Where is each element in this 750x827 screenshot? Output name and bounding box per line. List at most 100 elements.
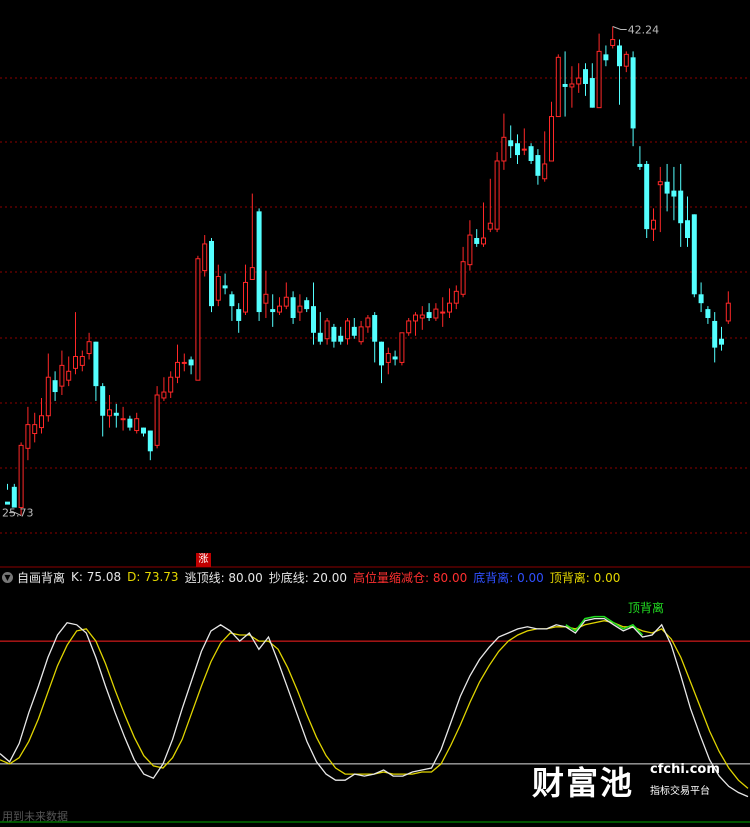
candle-body [508,140,514,147]
candle-body [175,361,180,378]
candle-body [25,424,31,449]
candle-body [195,258,201,381]
candle-body [651,219,656,230]
candle-body [515,143,520,156]
price-grid [0,77,750,534]
candle-body [107,409,112,417]
indicator-name[interactable]: 自画背离 [17,569,65,586]
candle-body [569,83,575,88]
candle-body [521,148,527,151]
candle-body [385,353,391,363]
indicator-header: ▼ 自画背离 K: 75.08 D: 73.73 逃顶线: 80.00 抄底线:… [0,568,750,586]
candle-body [263,293,269,304]
candle-body [100,386,106,416]
candle-body [11,486,17,508]
candle-body [229,294,235,307]
chart-canvas: 42.24 25.73 顶背离 [0,24,750,823]
candle-body [154,394,160,446]
candle-body [277,305,282,313]
candle-body [685,220,690,239]
candle-body [311,306,316,333]
candle-body [630,57,636,129]
candle-body [583,69,588,84]
candle-body [66,370,72,381]
candle-body [39,415,44,429]
candle-body [338,335,344,342]
candle-body [188,359,194,366]
candle-body [617,45,622,67]
candle-body [5,501,10,505]
candle-body [392,356,398,360]
candle-body [134,418,140,432]
candle-body [113,412,119,416]
candle-body [181,361,187,364]
footer-note: 用到未来数据 [2,810,68,823]
top-divergence-value: 顶背离: 0.00 [549,570,621,585]
candle-body [379,341,384,366]
candle-body [487,222,493,230]
candle-body [304,300,310,310]
escape-top-value: 逃顶线: 80.00 [184,570,263,585]
candle-body [372,315,378,342]
candle-body [698,294,704,304]
candle-body [331,326,337,342]
candle-body [297,305,303,313]
candle-body [528,146,534,161]
candle-body [657,181,663,186]
candle-body [691,214,697,295]
watermark-subtitle: 指标交易平台 [650,786,710,797]
candle-body [433,308,439,319]
candle-body [290,297,296,318]
candle-body [644,163,650,230]
candle-body [542,163,548,180]
collapse-icon[interactable]: ▼ [2,571,13,583]
reduce-position-value: 高位量缩减仓: 80.00 [353,570,468,585]
candle-body [351,326,357,336]
candle-body [120,418,126,421]
candle-body [365,317,371,328]
candle-body [215,276,221,301]
candle-body [712,320,718,348]
candle-body [399,332,405,363]
k-value: K: 75.08 [71,570,122,584]
candle-body [209,240,214,307]
candle-body [413,314,418,322]
candle-body [596,50,602,109]
divergence-highlight [565,615,644,636]
candle-body [481,237,486,245]
candle-body [32,424,38,435]
candle-body [419,314,425,319]
candle-body [86,341,92,355]
candle-body [222,285,228,289]
watermark-url: cfchi.com [650,762,720,777]
high-price-label: 42.24 [628,24,660,37]
candle-body [447,302,452,313]
candle-body [202,243,208,272]
candle-body [93,341,99,387]
candle-body [270,309,276,313]
candle-body [576,77,582,85]
candle-body [535,155,541,176]
candle-body [555,56,561,118]
candle-body [637,163,643,167]
d-value: D: 73.73 [127,570,179,584]
candle-body [671,190,677,197]
watermark-brand: 财富池 [532,764,635,802]
candle-body [59,364,65,387]
candle-body [243,281,248,313]
candle-body [141,427,146,434]
candle-body [467,234,473,266]
candle-body [358,326,364,343]
candle-body [256,211,262,313]
candle-body [603,54,609,61]
candle-body [345,320,350,340]
candle-body [453,290,459,304]
candle-body [127,418,133,428]
candle-body [562,83,568,87]
candle-body [474,238,480,244]
candle-body [236,309,242,321]
candle-body [147,430,153,452]
high-pointer [612,26,627,31]
candle-body [45,376,51,417]
low-price-label: 25.73 [2,507,34,520]
